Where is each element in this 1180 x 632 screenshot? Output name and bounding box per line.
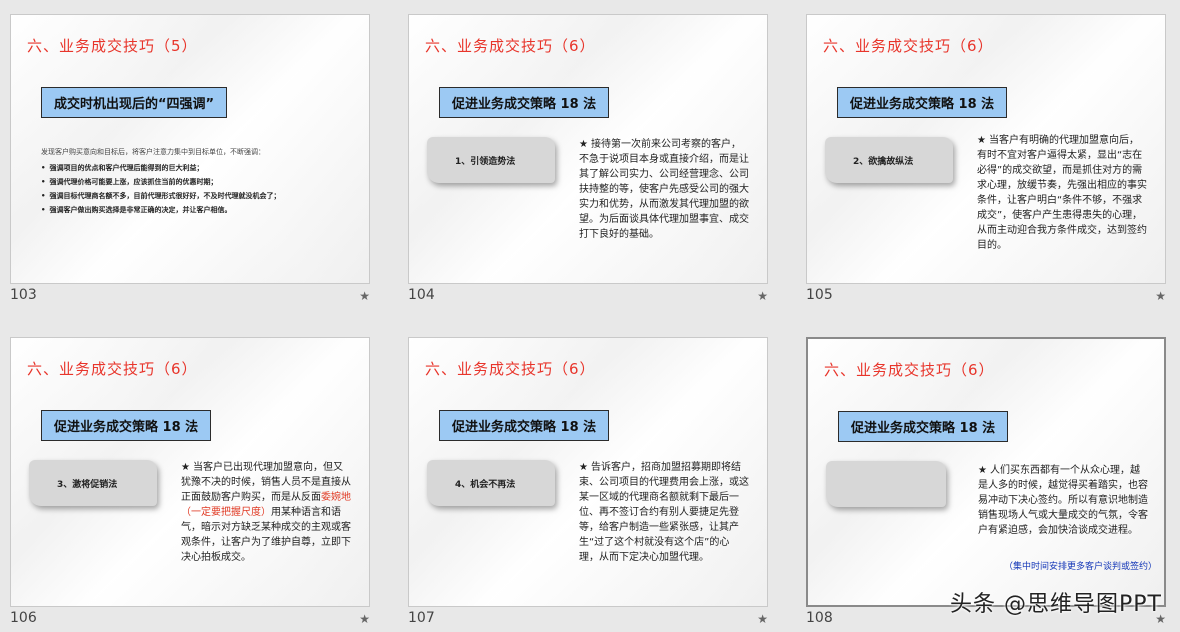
slide-footer: 104 ★ xyxy=(408,284,770,308)
animation-star-icon[interactable]: ★ xyxy=(1155,289,1166,303)
slide-thumbnail-104[interactable]: 六、业务成交技巧（6） 促进业务成交策略 18 法 1、引领造势法 ★ 接待第一次… xyxy=(408,14,770,308)
slide-title: 六、业务成交技巧（6） xyxy=(27,360,198,378)
slide-number: 108 xyxy=(806,610,833,626)
list-item: • 强调客户做出购买选择是非常正确的决定，并让客户相信。 xyxy=(41,206,232,214)
slide-number: 104 xyxy=(408,287,435,303)
slide-footer: 103 ★ xyxy=(10,284,372,308)
slide-title: 六、业务成交技巧（5） xyxy=(27,37,198,55)
slide-banner: 促进业务成交策略 18 法 xyxy=(41,410,212,441)
slide-banner: 促进业务成交策略 18 法 xyxy=(439,87,610,118)
slide-body-text: ★ 当客户有明确的代理加盟意向后，有时不宜对客户逼得太紧，显出“志在必得”的成交欲… xyxy=(977,135,1147,251)
slide-point-list: • 强调项目的优点和客户代理后能得到的巨大利益； • 强调代理价格可能要上涨，应该抓… xyxy=(41,161,280,217)
slide-banner: 成交时机出现后的“四强调” xyxy=(41,87,228,118)
slide-title: 六、业务成交技巧（6） xyxy=(824,361,995,379)
slide-number: 105 xyxy=(806,287,833,303)
star-icon: ★ xyxy=(579,462,588,473)
slide-footer: 106 ★ xyxy=(10,607,372,631)
slide-body-text: ★ 当客户已出现代理加盟意向，但又犹豫不决的时候，销售人员不是直接从正面鼓励客户购… xyxy=(181,462,351,563)
animation-star-icon[interactable]: ★ xyxy=(757,289,768,303)
slide-number: 106 xyxy=(10,610,37,626)
slide-canvas: 六、业务成交技巧（6） 促进业务成交策略 18 法 ★ 人们买东西都有一个从众心理… xyxy=(806,337,1166,607)
slide-note: （集中时间安排更多客户谈判或签约） xyxy=(1004,562,1158,572)
list-item: • 强调代理价格可能要上涨，应该抓住当前的优惠时期； xyxy=(41,178,218,186)
slide-footer: 105 ★ xyxy=(806,284,1168,308)
strategy-label: 3、激将促销法 xyxy=(29,460,157,506)
slide-lead-text: 发现客户购买意向和目标后，将客户注意力集中到目标单位，不断强调： xyxy=(41,148,265,156)
bullet-icon: • xyxy=(41,178,46,186)
star-icon: ★ xyxy=(977,135,986,146)
strategy-label: 2、欲擒故纵法 xyxy=(825,137,953,183)
slide-title: 六、业务成交技巧（6） xyxy=(823,37,994,55)
slide-banner: 促进业务成交策略 18 法 xyxy=(439,410,610,441)
bullet-icon: • xyxy=(41,192,46,200)
slide-thumbnail-103[interactable]: 六、业务成交技巧（5） 成交时机出现后的“四强调” 发现客户购买意向和目标后，将… xyxy=(10,14,372,308)
slide-body-text: ★ 告诉客户，招商加盟招募期即将结束、公司项目的代理费用会上涨，或这某一区域的代理… xyxy=(579,462,749,563)
strategy-label: 4、机会不再法 xyxy=(427,460,555,506)
slide-title: 六、业务成交技巧（6） xyxy=(425,37,596,55)
slide-canvas: 六、业务成交技巧（6） 促进业务成交策略 18 法 2、欲擒故纵法 ★ 当客户有明… xyxy=(806,14,1166,284)
slide-thumbnail-106[interactable]: 六、业务成交技巧（6） 促进业务成交策略 18 法 3、激将促销法 ★ 当客户已出… xyxy=(10,337,372,631)
slide-number: 103 xyxy=(10,287,37,303)
bullet-icon: • xyxy=(41,164,46,172)
slide-banner: 促进业务成交策略 18 法 xyxy=(838,411,1009,442)
star-icon: ★ xyxy=(181,462,190,473)
slide-thumbnail-107[interactable]: 六、业务成交技巧（6） 促进业务成交策略 18 法 4、机会不再法 ★ 告诉客户，… xyxy=(408,337,770,631)
list-item: • 强调目标代理商名额不多，目前代理形式很好好，不及时代理就没机会了； xyxy=(41,192,281,200)
slide-body-text: ★ 接待第一次前来公司考察的客户，不急于说项目本身或直接介绍，而是让其了解公司实力… xyxy=(579,139,749,240)
strategy-label: 1、引领造势法 xyxy=(427,137,555,183)
list-item: • 强调项目的优点和客户代理后能得到的巨大利益； xyxy=(41,164,204,172)
slide-footer: 107 ★ xyxy=(408,607,770,631)
slide-title: 六、业务成交技巧（6） xyxy=(425,360,596,378)
slide-thumbnail-105[interactable]: 六、业务成交技巧（6） 促进业务成交策略 18 法 2、欲擒故纵法 ★ 当客户有明… xyxy=(806,14,1168,308)
bullet-icon: • xyxy=(41,206,46,214)
star-icon: ★ xyxy=(579,139,588,150)
slide-number: 107 xyxy=(408,610,435,626)
animation-star-icon[interactable]: ★ xyxy=(757,612,768,626)
slide-canvas: 六、业务成交技巧（6） 促进业务成交策略 18 法 1、引领造势法 ★ 接待第一次… xyxy=(408,14,768,284)
watermark: 头条 @思维导图PPT xyxy=(950,592,1162,617)
slide-canvas: 六、业务成交技巧（6） 促进业务成交策略 18 法 3、激将促销法 ★ 当客户已出… xyxy=(10,337,370,607)
slide-banner: 促进业务成交策略 18 法 xyxy=(837,87,1008,118)
star-icon: ★ xyxy=(978,465,987,476)
slide-canvas: 六、业务成交技巧（6） 促进业务成交策略 18 法 4、机会不再法 ★ 告诉客户，… xyxy=(408,337,768,607)
strategy-label-blank xyxy=(826,461,946,507)
animation-star-icon[interactable]: ★ xyxy=(359,612,370,626)
slide-body-text: ★ 人们买东西都有一个从众心理，越是人多的时候，越觉得买着踏实，也容易冲动下决心签… xyxy=(978,465,1148,536)
slide-canvas: 六、业务成交技巧（5） 成交时机出现后的“四强调” 发现客户购买意向和目标后，将… xyxy=(10,14,370,284)
animation-star-icon[interactable]: ★ xyxy=(359,289,370,303)
